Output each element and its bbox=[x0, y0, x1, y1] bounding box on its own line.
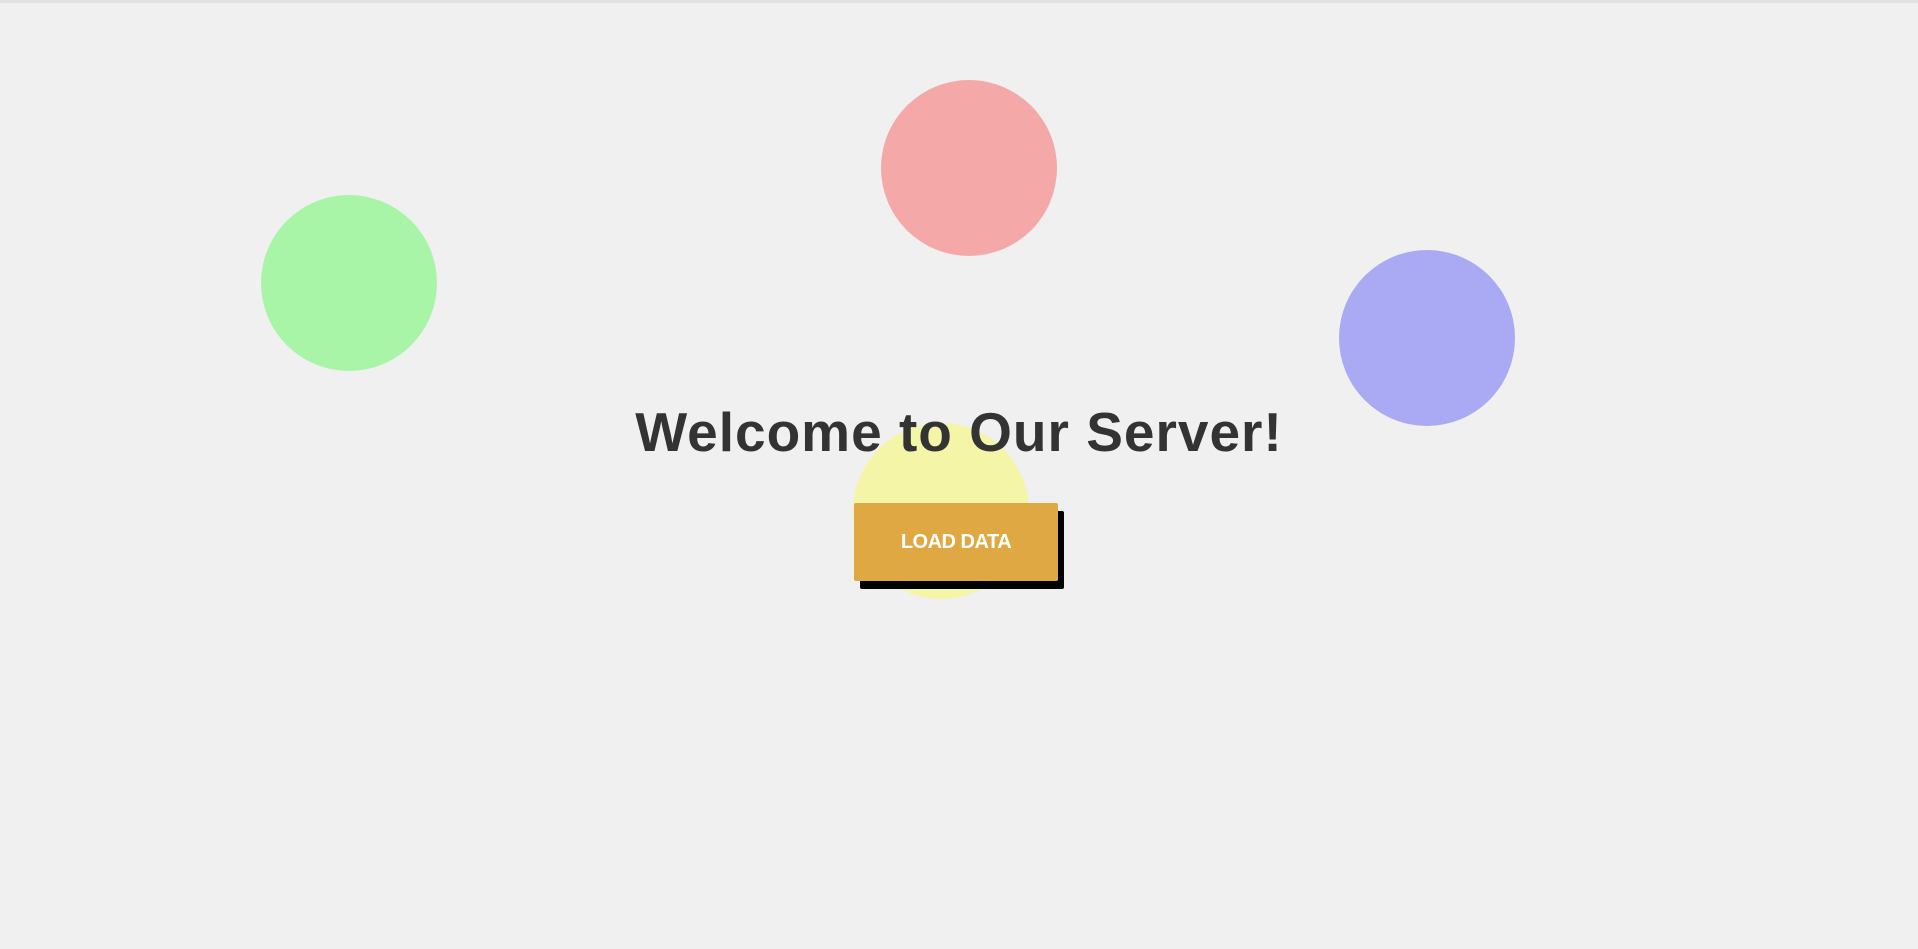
green-circle bbox=[261, 195, 437, 371]
red-circle bbox=[881, 80, 1057, 256]
load-data-button[interactable]: LOAD DATA bbox=[854, 503, 1058, 581]
page-title: Welcome to Our Server! bbox=[635, 401, 1283, 463]
top-border bbox=[0, 0, 1918, 3]
page: Welcome to Our Server! LOAD DATA bbox=[0, 0, 1918, 949]
